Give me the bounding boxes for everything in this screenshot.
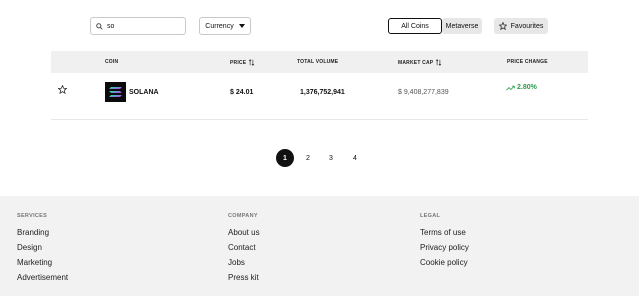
footer-link-advertisement[interactable]: Advertisement: [17, 273, 68, 288]
column-price-change-label: PRICE CHANGE: [507, 59, 548, 65]
favourites-button[interactable]: Favourites: [494, 18, 548, 34]
page-4-label: 4: [353, 154, 357, 162]
page-3-button[interactable]: 3: [322, 149, 340, 167]
sort-icon: [436, 59, 442, 66]
footer-link-about[interactable]: About us: [228, 228, 260, 243]
table-row[interactable]: SOLANA $ 24.01 1,376,752,941 $ 9,408,277…: [51, 74, 588, 120]
sort-icon: [249, 59, 255, 66]
page-2-button[interactable]: 2: [299, 149, 317, 167]
coin-name: SOLANA: [129, 89, 159, 96]
star-icon: [498, 22, 507, 30]
coin-volume: 1,376,752,941: [300, 89, 345, 96]
footer-link-jobs[interactable]: Jobs: [228, 258, 260, 273]
footer-link-cookie[interactable]: Cookie policy: [420, 258, 469, 273]
favourites-label: Favourites: [510, 22, 544, 30]
all-coins-button[interactable]: All Coins: [388, 18, 442, 34]
page-1-label: 1: [283, 154, 287, 162]
currency-dropdown[interactable]: Currency: [199, 17, 251, 35]
column-coin-label: COIN: [105, 59, 119, 65]
column-price-label: PRICE: [230, 59, 247, 66]
search-icon: [96, 22, 103, 30]
metaverse-button[interactable]: Metaverse: [442, 18, 482, 34]
solana-logo-graphic: [109, 87, 122, 97]
footer-company: COMPANY About us Contact Jobs Press kit: [228, 213, 260, 288]
footer-link-branding[interactable]: Branding: [17, 228, 68, 243]
page-1-button[interactable]: 1: [276, 149, 294, 167]
footer: SERVICES Branding Design Marketing Adver…: [0, 196, 639, 296]
page-2-label: 2: [306, 154, 310, 162]
column-market-cap-label: MARKET CAP: [398, 59, 434, 66]
search-field[interactable]: [90, 17, 187, 35]
search-input[interactable]: [107, 22, 187, 30]
column-coin: COIN: [105, 59, 118, 65]
currency-label: Currency: [205, 22, 234, 30]
coin-price-change: 2.80%: [506, 84, 537, 91]
price-change-value: 2.80%: [517, 84, 537, 91]
footer-link-terms[interactable]: Terms of use: [420, 228, 469, 243]
footer-legal: LEGAL Terms of use Privacy policy Cookie…: [420, 213, 469, 273]
footer-link-design[interactable]: Design: [17, 243, 68, 258]
column-volume: TOTAL VOLUME: [297, 59, 338, 65]
column-price-change: PRICE CHANGE: [507, 59, 548, 65]
solana-logo-icon: [105, 82, 126, 102]
footer-heading: SERVICES: [17, 213, 48, 219]
page-3-label: 3: [329, 154, 333, 162]
footer-heading: LEGAL: [420, 213, 441, 219]
metaverse-label: Metaverse: [445, 22, 479, 30]
column-volume-label: TOTAL VOLUME: [297, 59, 339, 65]
footer-link-marketing[interactable]: Marketing: [17, 258, 68, 273]
footer-link-contact[interactable]: Contact: [228, 243, 260, 258]
coin-market-cap: $ 9,408,277,839: [398, 89, 449, 96]
table-header: COIN PRICE TOTAL VOLUME MARKET CAP PRICE…: [51, 51, 588, 73]
trending-up-icon: [506, 85, 515, 91]
footer-link-privacy[interactable]: Privacy policy: [420, 243, 469, 258]
caret-down-icon: [238, 24, 245, 28]
footer-services: SERVICES Branding Design Marketing Adver…: [17, 213, 68, 288]
star-icon[interactable]: [58, 85, 67, 94]
page-4-button[interactable]: 4: [346, 149, 364, 167]
all-coins-label: All Coins: [401, 22, 429, 30]
footer-heading: COMPANY: [228, 213, 258, 219]
footer-link-press-kit[interactable]: Press kit: [228, 273, 260, 288]
column-price[interactable]: PRICE: [230, 59, 255, 66]
column-market-cap[interactable]: MARKET CAP: [398, 59, 442, 66]
coin-price: $ 24.01: [230, 89, 254, 96]
